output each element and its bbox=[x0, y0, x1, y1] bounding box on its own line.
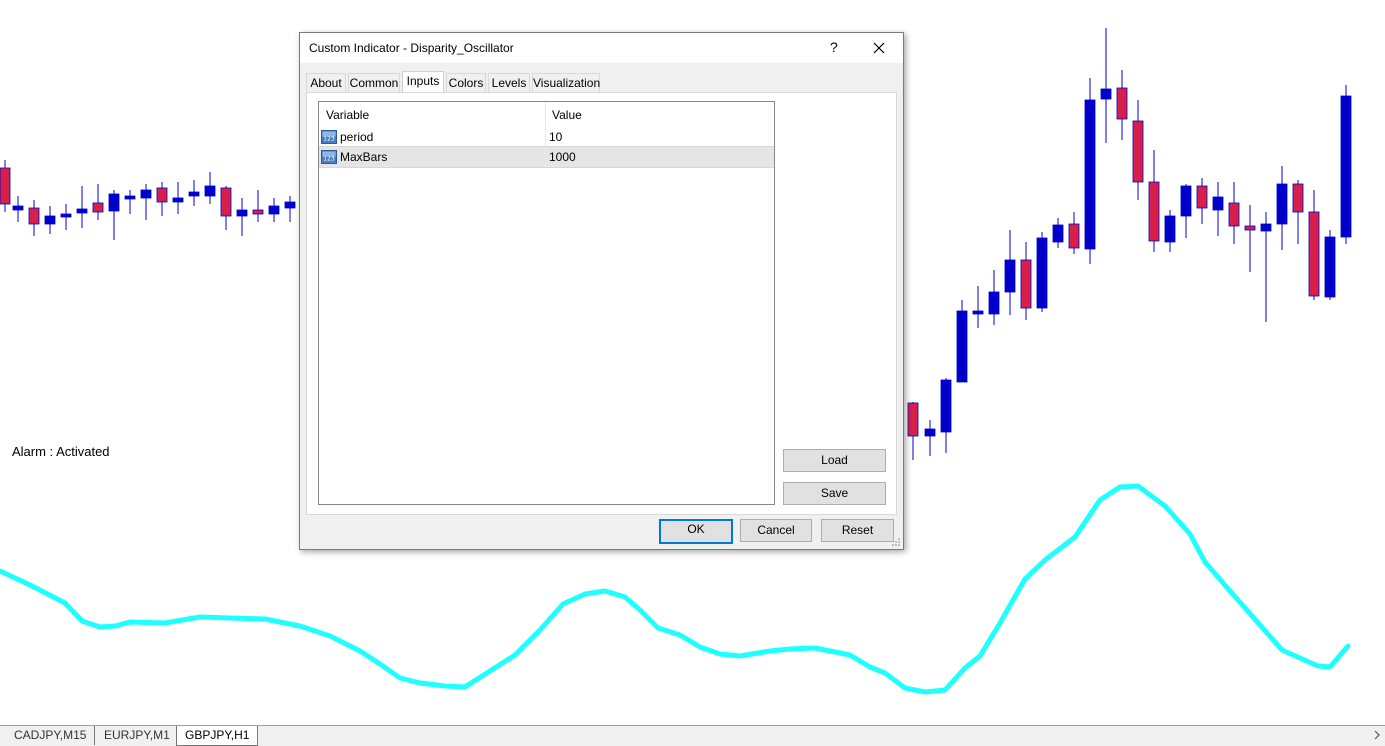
inputs-panel: Variable Value 123 period 10 123 MaxBars… bbox=[306, 92, 897, 515]
candle-body bbox=[1260, 223, 1272, 232]
cancel-button[interactable]: Cancel bbox=[740, 519, 812, 542]
candle-body bbox=[1052, 224, 1064, 243]
candle-body bbox=[1244, 225, 1256, 231]
candle-body bbox=[108, 193, 120, 212]
candle-body bbox=[1196, 185, 1208, 209]
candle-body bbox=[907, 402, 919, 437]
candle-body bbox=[204, 185, 216, 197]
candle-body bbox=[1116, 87, 1128, 120]
candle-body bbox=[1228, 202, 1240, 227]
candle-body bbox=[1292, 183, 1304, 213]
variable-name: MaxBars bbox=[340, 150, 388, 164]
dialog-title: Custom Indicator - Disparity_Oscillator bbox=[309, 41, 514, 55]
tab-inputs[interactable]: Inputs bbox=[402, 71, 444, 93]
candle-body bbox=[76, 208, 88, 214]
candle-body bbox=[44, 215, 56, 225]
chart-tab-cadjpy[interactable]: CADJPY,M15 bbox=[6, 726, 96, 745]
row-divider bbox=[545, 147, 546, 167]
candle-body bbox=[140, 189, 152, 199]
tab-visualization[interactable]: Visualization bbox=[532, 73, 600, 92]
candle-body bbox=[1036, 237, 1048, 309]
candle-body bbox=[956, 310, 968, 383]
numeric-icon: 123 bbox=[321, 150, 337, 164]
tab-about[interactable]: About bbox=[306, 73, 346, 92]
close-icon[interactable] bbox=[869, 38, 889, 58]
candle-body bbox=[12, 205, 24, 211]
candle-body bbox=[988, 291, 1000, 315]
candle-body bbox=[1340, 95, 1352, 238]
candle-body bbox=[268, 205, 280, 215]
load-button[interactable]: Load bbox=[783, 449, 886, 472]
ok-button[interactable]: OK bbox=[659, 519, 733, 544]
candle-body bbox=[1212, 196, 1224, 211]
candle-body bbox=[28, 207, 40, 225]
candle-body bbox=[236, 209, 248, 217]
candle-body bbox=[1132, 120, 1144, 183]
column-divider[interactable] bbox=[545, 102, 546, 126]
candle-body bbox=[1324, 236, 1336, 298]
candle-body bbox=[156, 187, 168, 203]
table-header: Variable Value bbox=[319, 102, 774, 126]
inputs-table[interactable]: Variable Value 123 period 10 123 MaxBars… bbox=[318, 101, 775, 505]
candle-body bbox=[252, 209, 264, 215]
candle-body bbox=[0, 167, 11, 205]
candle-body bbox=[1148, 181, 1160, 242]
candle-body bbox=[1180, 185, 1192, 217]
candle-body bbox=[1020, 259, 1032, 309]
candle-body bbox=[1068, 223, 1080, 249]
column-header-value[interactable]: Value bbox=[552, 102, 582, 126]
candle-body bbox=[220, 187, 232, 217]
svg-text:123: 123 bbox=[323, 136, 335, 143]
reset-button[interactable]: Reset bbox=[821, 519, 894, 542]
candle-body bbox=[1164, 215, 1176, 243]
candle-body bbox=[1100, 88, 1112, 100]
candle-body bbox=[924, 428, 936, 437]
variable-value[interactable]: 1000 bbox=[549, 150, 576, 164]
candle-body bbox=[92, 202, 104, 213]
alarm-status-label: Alarm : Activated bbox=[12, 444, 110, 459]
resize-grip-icon[interactable] bbox=[891, 537, 901, 547]
chart-tabs-bar: CADJPY,M15 EURJPY,M1 GBPJPY,H1 bbox=[0, 725, 1385, 746]
candle-body bbox=[172, 197, 184, 203]
candle-body bbox=[1004, 259, 1016, 293]
tab-colors[interactable]: Colors bbox=[446, 73, 486, 92]
tab-levels[interactable]: Levels bbox=[488, 73, 530, 92]
row-divider bbox=[545, 127, 546, 147]
table-row[interactable]: 123 period 10 bbox=[319, 127, 774, 147]
save-button[interactable]: Save bbox=[783, 482, 886, 505]
candle-body bbox=[60, 213, 72, 218]
custom-indicator-dialog: Custom Indicator - Disparity_Oscillator … bbox=[299, 32, 904, 550]
candle-body bbox=[1276, 183, 1288, 225]
chart-tab-gbpjpy[interactable]: GBPJPY,H1 bbox=[176, 726, 259, 746]
candle-body bbox=[1084, 99, 1096, 250]
candle-body bbox=[1308, 211, 1320, 297]
candle-body bbox=[940, 379, 952, 433]
column-header-variable[interactable]: Variable bbox=[326, 102, 369, 126]
svg-text:123: 123 bbox=[323, 156, 335, 163]
scroll-right-icon[interactable] bbox=[1373, 729, 1381, 741]
candle-body bbox=[284, 201, 296, 209]
candle-body bbox=[188, 191, 200, 197]
numeric-icon: 123 bbox=[321, 130, 337, 144]
candle-body bbox=[124, 195, 136, 200]
chart-tab-eurjpy[interactable]: EURJPY,M1 bbox=[96, 726, 178, 745]
tab-common[interactable]: Common bbox=[348, 73, 400, 92]
table-row[interactable]: 123 MaxBars 1000 bbox=[319, 146, 774, 168]
variable-name: period bbox=[340, 130, 374, 144]
dialog-titlebar[interactable]: Custom Indicator - Disparity_Oscillator … bbox=[300, 33, 903, 63]
variable-value[interactable]: 10 bbox=[549, 130, 562, 144]
candle-body bbox=[972, 310, 984, 315]
help-button[interactable]: ? bbox=[830, 39, 838, 55]
